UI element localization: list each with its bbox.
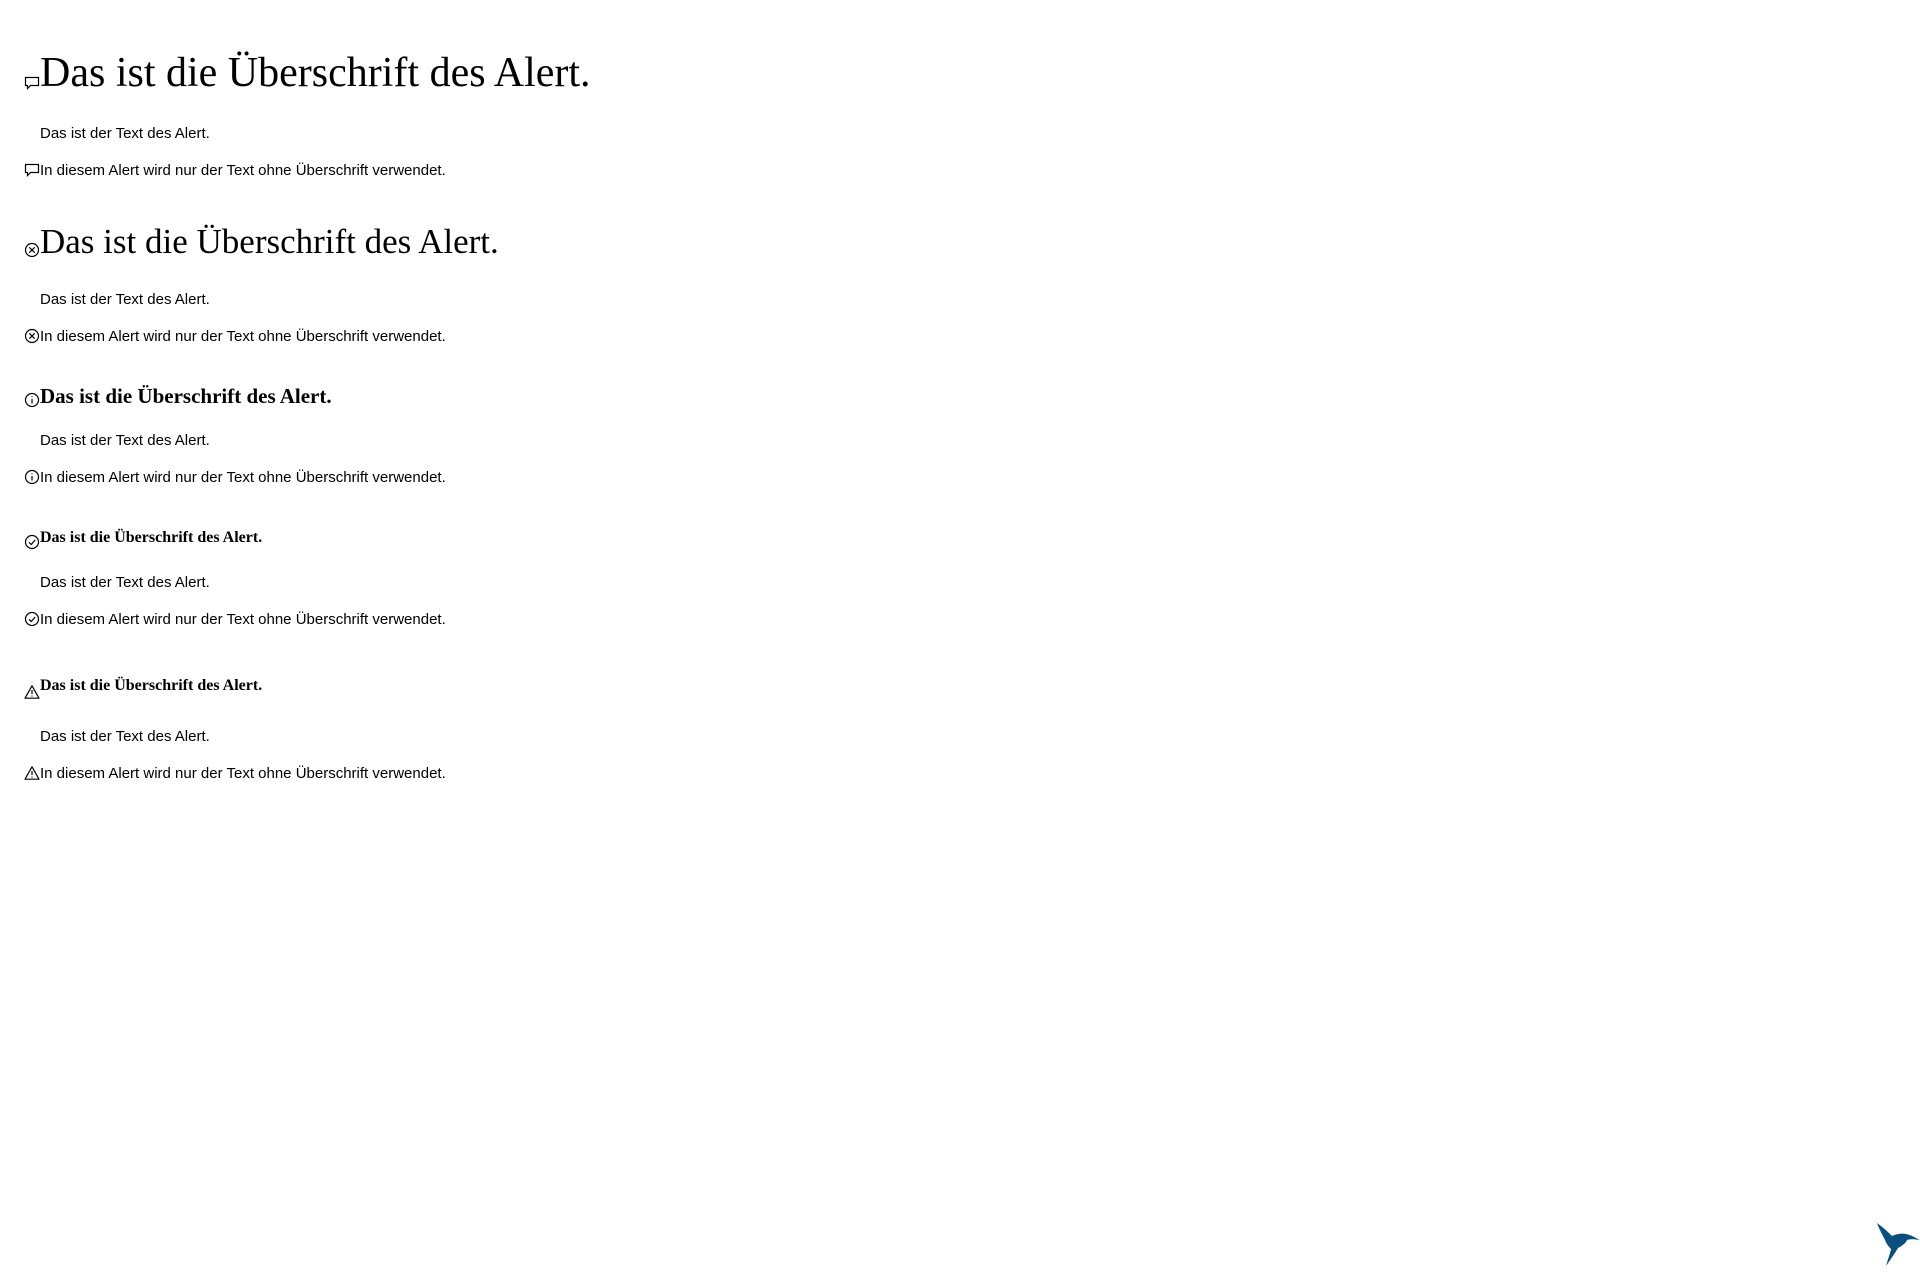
error-icon: [24, 242, 40, 258]
logo-shape: [1877, 1223, 1920, 1266]
alert-warning-with-heading: Das ist die Überschrift des Alert.: [24, 677, 263, 699]
alert-info-with-heading: Das ist die Überschrift des Alert.: [24, 384, 332, 408]
alert-heading: Das ist die Überschrift des Alert.: [40, 50, 591, 96]
alert-heading: Das ist die Überschrift des Alert.: [40, 222, 499, 261]
info-icon: [24, 392, 40, 408]
success-icon: [24, 534, 40, 550]
alert-info-text-only: In diesem Alert wird nur der Text ohne Ü…: [24, 469, 446, 485]
success-icon: [24, 611, 40, 627]
alert-text: In diesem Alert wird nur der Text ohne Ü…: [40, 327, 446, 345]
alert-text: In diesem Alert wird nur der Text ohne Ü…: [40, 764, 446, 782]
info-icon: [24, 469, 40, 485]
comment-icon: [24, 162, 40, 178]
alert-comment-with-heading: Das ist die Überschrift des Alert.: [24, 52, 591, 94]
warning-icon: [24, 684, 40, 700]
comment-icon: [24, 75, 40, 91]
alert-heading: Das ist die Überschrift des Alert.: [40, 529, 263, 546]
alert-heading: Das ist die Überschrift des Alert.: [40, 384, 332, 408]
alert-success-text-only: In diesem Alert wird nur der Text ohne Ü…: [24, 611, 446, 627]
alert-text: Das ist der Text des Alert.: [40, 574, 210, 591]
alert-heading: Das ist die Überschrift des Alert.: [40, 677, 263, 694]
alert-comment-text-only: In diesem Alert wird nur der Text ohne Ü…: [24, 162, 446, 178]
alert-success-with-heading: Das ist die Überschrift des Alert.: [24, 529, 263, 550]
alert-text: Das ist der Text des Alert.: [40, 728, 210, 745]
alert-text: In diesem Alert wird nur der Text ohne Ü…: [40, 468, 446, 486]
alert-error-text-only: In diesem Alert wird nur der Text ohne Ü…: [24, 328, 446, 344]
alert-error-with-heading: Das ist die Überschrift des Alert.: [24, 224, 499, 259]
alert-text: In diesem Alert wird nur der Text ohne Ü…: [40, 161, 446, 179]
alert-text: Das ist der Text des Alert.: [40, 291, 210, 308]
warning-icon: [24, 765, 40, 781]
error-icon: [24, 328, 40, 344]
hummingbird-logo-icon: [1876, 1222, 1920, 1268]
alert-text: In diesem Alert wird nur der Text ohne Ü…: [40, 610, 446, 628]
alert-text: Das ist der Text des Alert.: [40, 432, 210, 449]
alert-text: Das ist der Text des Alert.: [40, 125, 210, 142]
alert-warning-text-only: In diesem Alert wird nur der Text ohne Ü…: [24, 765, 446, 781]
